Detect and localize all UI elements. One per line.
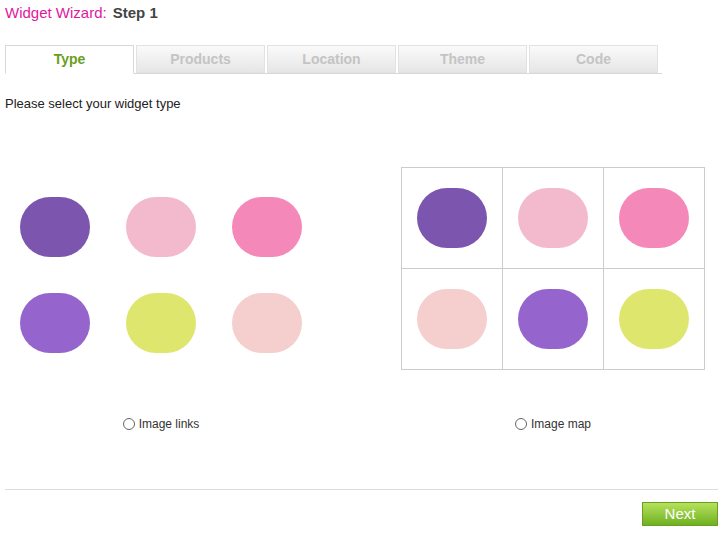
product-photo <box>604 271 704 367</box>
tab[interactable]: Type <box>5 45 134 74</box>
image-links-preview <box>5 179 317 371</box>
product-photo <box>503 170 603 266</box>
wizard-header: Widget Wizard:Step 1 <box>5 0 718 40</box>
footer: Next <box>5 490 718 527</box>
tab[interactable]: Theme <box>398 45 527 73</box>
radio-option[interactable]: Image map <box>515 415 591 433</box>
radio-icon[interactable] <box>515 418 527 430</box>
product-photo <box>217 179 317 275</box>
tab[interactable]: Code <box>529 45 658 73</box>
product-photo <box>402 271 502 367</box>
type-options: Image links Image map <box>5 167 718 433</box>
product-photo <box>5 275 105 371</box>
tab-bar: TypeProductsLocationThemeCode <box>5 45 662 74</box>
footer-divider <box>5 489 718 490</box>
product-photo <box>604 170 704 266</box>
tab[interactable]: Location <box>267 45 396 73</box>
product-photo <box>5 179 105 275</box>
widget-wizard: Widget Wizard:Step 1 TypeProductsLocation… <box>0 0 722 542</box>
widget-type-option[interactable]: Image map <box>401 167 705 433</box>
product-photo <box>217 275 317 371</box>
product-photo <box>402 170 502 266</box>
next-button[interactable]: Next <box>642 502 718 527</box>
tab[interactable]: Products <box>136 45 265 73</box>
product-photo <box>111 179 211 275</box>
image-map-preview <box>401 167 705 370</box>
radio-option[interactable]: Image links <box>123 415 200 433</box>
product-photo <box>111 275 211 371</box>
prompt: Please select your widget type <box>5 94 718 114</box>
radio-icon[interactable] <box>123 418 135 430</box>
widget-type-option[interactable]: Image links <box>5 167 317 433</box>
product-photo <box>503 271 603 367</box>
